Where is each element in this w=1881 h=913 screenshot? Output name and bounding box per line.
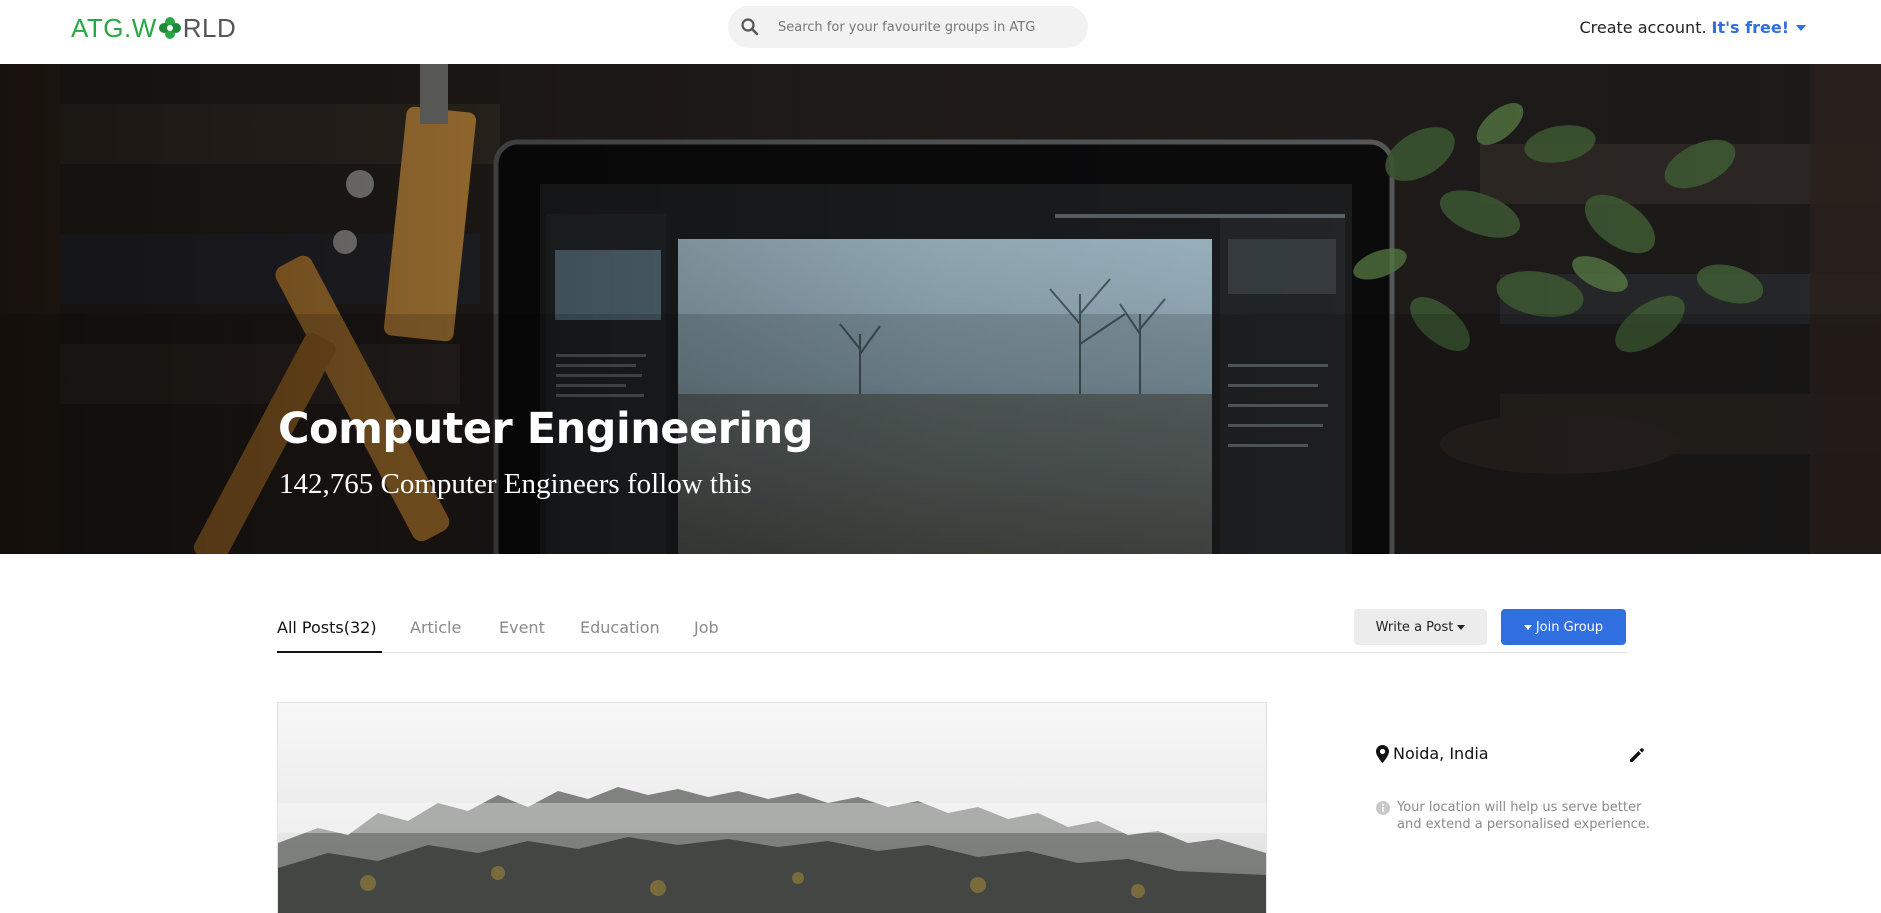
- group-follower-count: 142,765 Computer Engineers follow this: [279, 468, 752, 500]
- tab-job[interactable]: Job: [694, 618, 719, 637]
- location-display: Noida, India: [1376, 744, 1489, 763]
- join-group-label: Join Group: [1535, 619, 1604, 635]
- write-post-button[interactable]: Write a Post: [1354, 609, 1487, 645]
- location-text: Noida, India: [1393, 744, 1489, 763]
- create-account-menu[interactable]: Create account. It's free!: [1579, 18, 1806, 37]
- group-title: Computer Engineering: [278, 404, 813, 454]
- search-icon: [741, 18, 759, 36]
- search-bar[interactable]: [728, 6, 1088, 48]
- map-pin-icon: [1376, 744, 1389, 763]
- active-tab-indicator: [277, 651, 382, 653]
- tab-article[interactable]: Article: [410, 618, 461, 637]
- its-free-text: It's free!: [1711, 18, 1789, 37]
- chevron-down-icon: [1796, 24, 1806, 31]
- tab-education[interactable]: Education: [580, 618, 660, 637]
- post-card[interactable]: [277, 702, 1267, 913]
- search-input[interactable]: [776, 18, 1070, 36]
- logo-clover-icon: [158, 17, 181, 39]
- tab-all-posts[interactable]: All Posts(32): [277, 618, 377, 637]
- info-icon: [1376, 801, 1390, 815]
- logo-text-end: RLD: [182, 12, 237, 43]
- edit-pencil-icon[interactable]: [1628, 746, 1646, 764]
- post-cover-image: [278, 703, 1266, 913]
- join-group-button[interactable]: Join Group: [1501, 609, 1626, 645]
- atg-world-logo[interactable]: ATG.W RLD: [71, 12, 236, 44]
- logo-text-start: ATG.W: [71, 12, 157, 43]
- location-hint-text: Your location will help us serve better …: [1397, 800, 1650, 832]
- group-cover-banner: Computer Engineering 142,765 Computer En…: [0, 64, 1881, 554]
- caret-down-icon: [1457, 624, 1466, 630]
- tab-event[interactable]: Event: [499, 618, 545, 637]
- write-post-label: Write a Post: [1375, 619, 1454, 635]
- location-info-note: Your location will help us serve better …: [1376, 799, 1657, 833]
- caret-down-icon: [1523, 624, 1532, 630]
- create-account-text: Create account.: [1579, 18, 1707, 37]
- top-navbar: ATG.W RLD Create account. It's free!: [0, 0, 1881, 65]
